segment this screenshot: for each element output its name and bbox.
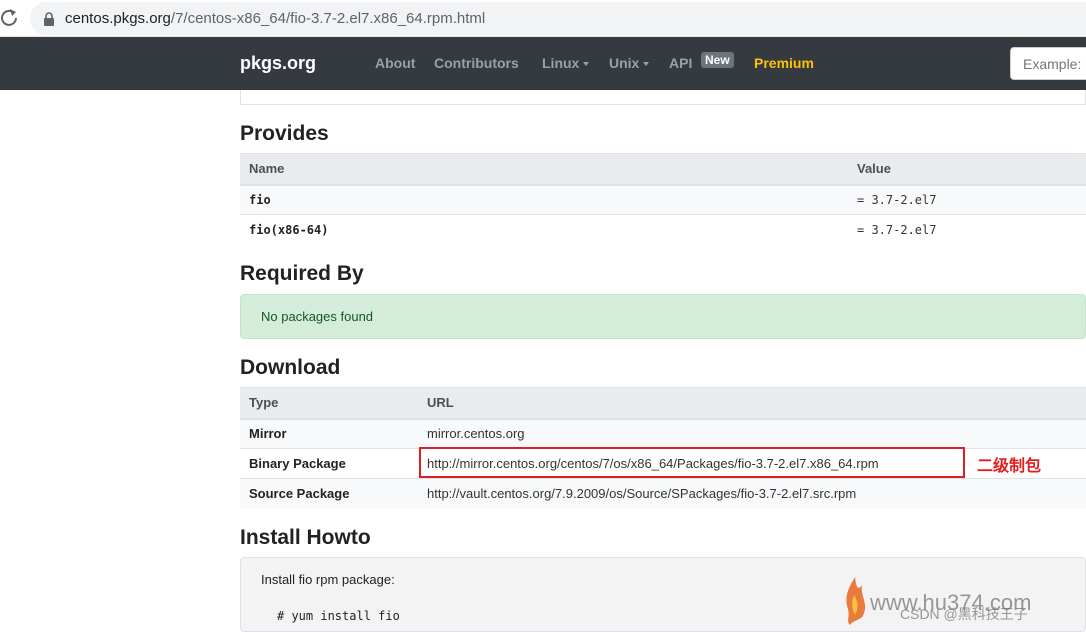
reload-icon[interactable] <box>0 7 20 29</box>
provides-name: fio(x86-64) <box>240 214 848 245</box>
download-url-link[interactable]: mirror.centos.org <box>418 418 1086 449</box>
table-row: Source Package http://vault.centos.org/7… <box>240 478 1086 509</box>
caret-down-icon <box>643 62 650 67</box>
download-heading: Download <box>240 356 341 379</box>
nav-contributors[interactable]: Contributors <box>434 55 519 71</box>
api-new-badge: New <box>701 52 734 68</box>
column-header-type: Type <box>240 387 418 420</box>
watermark-credit: CSDN @黑科技王子 <box>900 606 1028 622</box>
nav-unix[interactable]: Unix <box>609 55 650 71</box>
browser-address-bar: centos.pkgs.org/7/centos-x86_64/fio-3.7-… <box>0 0 1086 37</box>
install-intro: Install fio rpm package: <box>261 572 395 587</box>
nav-linux[interactable]: Linux <box>542 55 590 71</box>
nav-about[interactable]: About <box>375 55 415 71</box>
url-host: centos.pkgs.org <box>65 10 171 27</box>
highlight-box <box>419 447 965 478</box>
url-field[interactable]: centos.pkgs.org/7/centos-x86_64/fio-3.7-… <box>30 2 1086 35</box>
provides-value: = 3.7-2.el7 <box>848 214 1086 245</box>
nav-premium[interactable]: Premium <box>754 55 814 71</box>
download-type: Mirror <box>240 418 418 449</box>
brand-logo[interactable]: pkgs.org <box>240 53 316 74</box>
nav-linux-label: Linux <box>542 55 580 71</box>
provides-name: fio <box>240 184 848 215</box>
nav-api[interactable]: API <box>669 55 692 71</box>
url-text: centos.pkgs.org/7/centos-x86_64/fio-3.7-… <box>65 10 485 27</box>
no-packages-alert: No packages found <box>240 294 1086 339</box>
top-navbar: pkgs.org About Contributors Linux Unix A… <box>0 37 1086 90</box>
install-howto-heading: Install Howto <box>240 526 371 549</box>
provides-value: = 3.7-2.el7 <box>848 184 1086 215</box>
required-by-heading: Required By <box>240 262 364 285</box>
url-path: /7/centos-x86_64/fio-3.7-2.el7.x86_64.rp… <box>170 10 486 27</box>
lock-icon <box>44 12 54 26</box>
nav-unix-label: Unix <box>609 55 640 71</box>
table-row: fio(x86-64) = 3.7-2.el7 <box>240 214 1086 245</box>
annotation-label: 二级制包 <box>977 458 1042 475</box>
table-row: Mirror mirror.centos.org <box>240 418 1086 449</box>
provides-table: Name Value fio = 3.7-2.el7 fio(x86-64) =… <box>240 153 1086 245</box>
column-header-name: Name <box>240 153 848 186</box>
caret-down-icon <box>583 62 590 67</box>
column-header-value: Value <box>848 153 1086 186</box>
table-row: fio = 3.7-2.el7 <box>240 184 1086 215</box>
column-header-url: URL <box>418 387 1086 420</box>
flame-logo-icon <box>846 577 866 625</box>
download-type: Source Package <box>240 478 418 509</box>
provides-heading: Provides <box>240 122 329 145</box>
download-url-link[interactable]: http://vault.centos.org/7.9.2009/os/Sour… <box>418 478 1086 509</box>
previous-section-bottom <box>240 90 1086 105</box>
search-input[interactable] <box>1010 47 1086 80</box>
download-type: Binary Package <box>240 448 418 479</box>
install-command: # yum install fio <box>277 609 400 623</box>
